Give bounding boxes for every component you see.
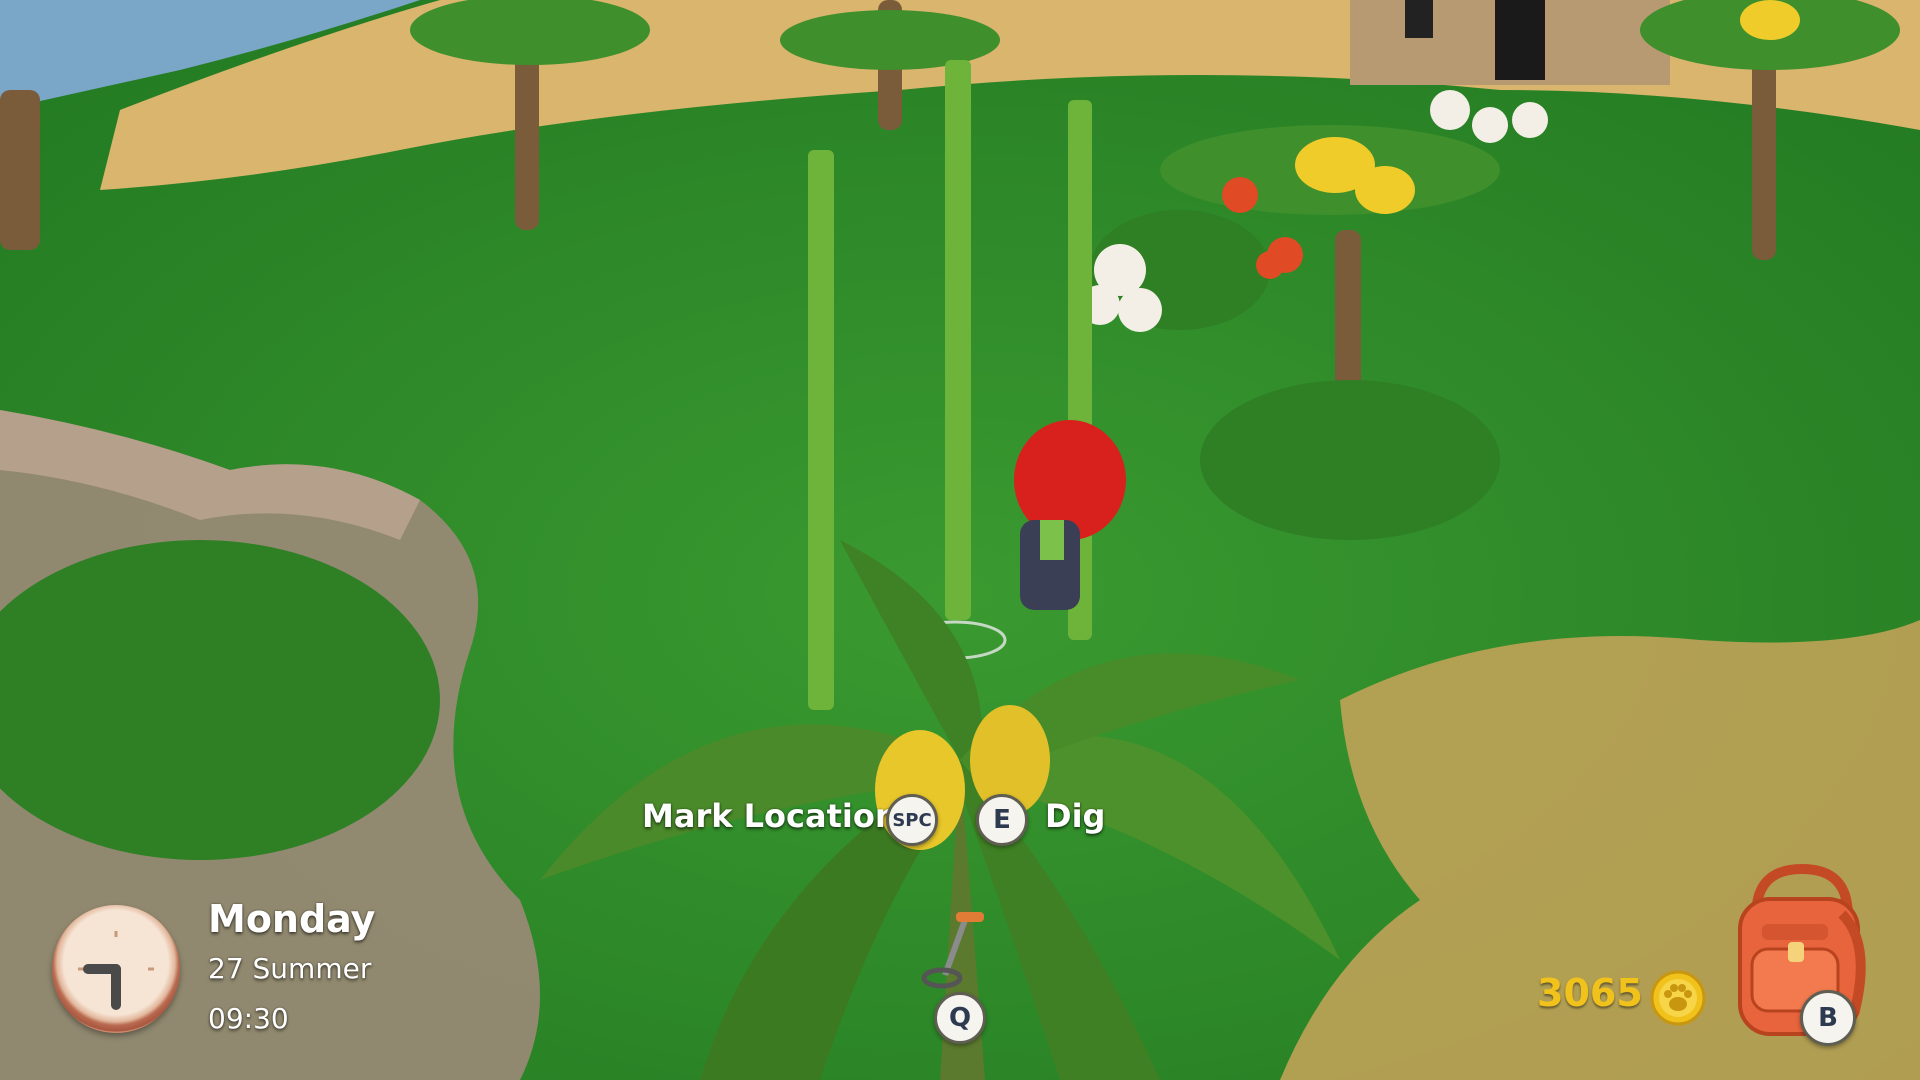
- money-counter: 3065: [1537, 971, 1643, 1015]
- tool-key-button[interactable]: Q: [934, 992, 986, 1044]
- hut: [1350, 0, 1670, 85]
- paw-coin-icon: [1650, 970, 1706, 1026]
- backpack-key-button[interactable]: B: [1800, 990, 1856, 1046]
- day-label: Monday: [208, 897, 376, 941]
- dig-key-button[interactable]: E: [976, 794, 1028, 846]
- mark-location-label: Mark Location: [642, 797, 898, 835]
- clock-icon: [52, 905, 180, 1033]
- date-label: 27 Summer: [208, 952, 372, 985]
- dig-label: Dig: [1045, 797, 1106, 835]
- mark-location-key-button[interactable]: SPC: [886, 794, 938, 846]
- time-label: 09:30: [208, 1002, 289, 1035]
